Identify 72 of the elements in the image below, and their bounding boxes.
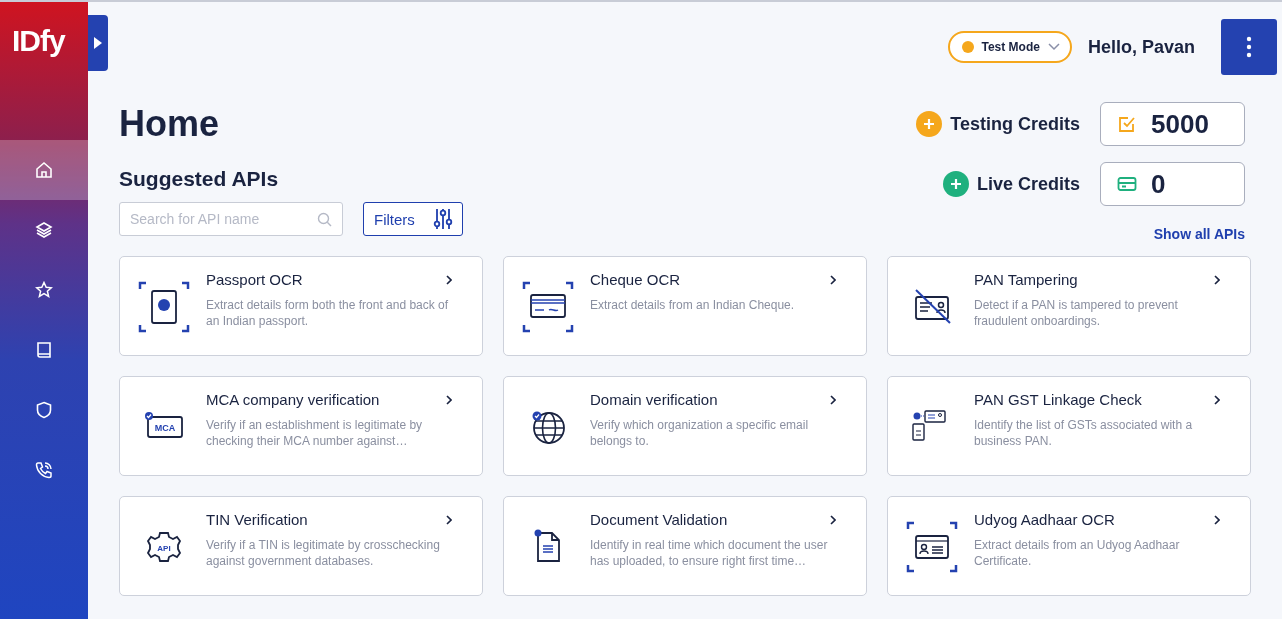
api-description: Verify if an establishment is legitimate by checking their MCA number against… (206, 417, 424, 449)
plus-icon (924, 119, 935, 129)
api-card[interactable]: Passport OCR Extract details form both the front and back of an Indian passport. (119, 256, 483, 356)
api-description: Identify the list of GSTs associated with a business PAN. (974, 417, 1194, 449)
show-all-apis-link[interactable]: Show all APIs (1153, 226, 1245, 242)
home-icon (35, 161, 53, 179)
api-card[interactable]: Udyog Aadhaar OCR Extract details from an Udyog Aadhaar Certificate. (887, 496, 1251, 596)
api-title: PAN GST Linkage Check (974, 391, 1142, 409)
credits-label: Live Credits (976, 173, 1080, 195)
id-card-scan-icon (906, 521, 958, 573)
status-dot-icon (961, 41, 974, 53)
greeting: Hello, Pavan (1087, 36, 1195, 58)
chevron-right-icon (830, 395, 836, 405)
api-description: Extract details from an Indian Cheque. (590, 297, 796, 313)
credits-value: 5000 (1151, 108, 1209, 140)
card-icon (1117, 176, 1137, 192)
chevron-right-icon (446, 275, 452, 285)
api-title: Passport OCR (206, 271, 303, 289)
sidebar-home-item[interactable] (0, 140, 88, 200)
sidebar-toggle-button[interactable] (88, 15, 108, 71)
api-title: Document Validation (590, 511, 728, 529)
api-title: MCA company verification (206, 391, 380, 409)
chevron-right-icon (830, 275, 836, 285)
layers-icon (35, 221, 53, 239)
search-icon (317, 212, 332, 227)
api-title: Domain verification (590, 391, 718, 409)
api-description: Extract details form both the front and back of an Indian passport. (206, 297, 450, 329)
api-card[interactable]: Document Validation Identify in real time which document the user has uploaded, to ensure right first time… (503, 496, 867, 596)
mode-label: Test Mode (981, 40, 1040, 54)
chevron-right-icon (1214, 395, 1220, 405)
cheque-scan-icon (522, 281, 574, 333)
book-icon (35, 341, 53, 359)
chevron-down-icon (1047, 43, 1060, 51)
add-credits-button[interactable] (916, 111, 943, 137)
api-title: Cheque OCR (590, 271, 681, 289)
api-card[interactable]: Cheque OCR Extract details from an Indian Cheque. (503, 256, 867, 356)
chevron-right-icon (446, 395, 452, 405)
api-card[interactable]: PAN GST Linkage Check Identify the list of GSTs associated with a business PAN. (887, 376, 1251, 476)
add-credits-button[interactable] (942, 171, 969, 197)
api-description: Identify in real time which document the user has uploaded, to ensure right first time… (590, 537, 829, 569)
chevron-right-icon (446, 515, 452, 525)
page-title: Home (119, 102, 221, 146)
api-card[interactable]: Domain verification Verify which organization a specific email belongs to. (503, 376, 867, 476)
triangle-right-icon (94, 37, 102, 49)
chevron-right-icon (1214, 515, 1220, 525)
api-title: TIN Verification (206, 511, 308, 529)
section-title: Suggested APIs (119, 166, 280, 192)
api-title: PAN Tampering (974, 271, 1078, 289)
phone-icon (35, 461, 53, 479)
logo: IDfy (11, 23, 67, 59)
checkbox-icon (1117, 114, 1137, 134)
filters-button[interactable]: Filters (363, 202, 463, 236)
chevron-right-icon (1214, 275, 1220, 285)
vertical-dots-menu-icon (1246, 36, 1252, 58)
api-card[interactable]: API TIN Verification Verify if a TIN is legitimate by crosschecking against government databases. (119, 496, 483, 596)
passport-scan-icon (138, 281, 190, 333)
star-icon (35, 281, 53, 299)
search-field[interactable]: Search for API name (119, 202, 343, 236)
api-description: Extract details from an Udyog Aadhaar Certificate. (974, 537, 1181, 569)
api-card[interactable]: PAN Tampering Detect if a PAN is tampered to prevent fraudulent onboardings. (887, 256, 1251, 356)
api-description: Detect if a PAN is tampered to prevent fraudulent onboardings. (974, 297, 1179, 329)
api-description: Verify if a TIN is legitimate by crosschecking against government databases. (206, 537, 441, 569)
credits-label: Testing Credits (950, 113, 1080, 135)
sliders-icon (433, 208, 453, 230)
chevron-right-icon (830, 515, 836, 525)
api-title: Udyog Aadhaar OCR (974, 511, 1115, 529)
credits-value: 0 (1151, 168, 1166, 200)
api-description: Verify which organization a specific email belongs to. (590, 417, 810, 449)
mode-dropdown[interactable]: Test Mode (947, 31, 1072, 63)
shield-icon (35, 401, 53, 419)
api-card[interactable]: MCA MCA company verification Verify if an establishment is legitimate by checking their MCA number against… (119, 376, 483, 476)
plus-icon (950, 179, 961, 189)
